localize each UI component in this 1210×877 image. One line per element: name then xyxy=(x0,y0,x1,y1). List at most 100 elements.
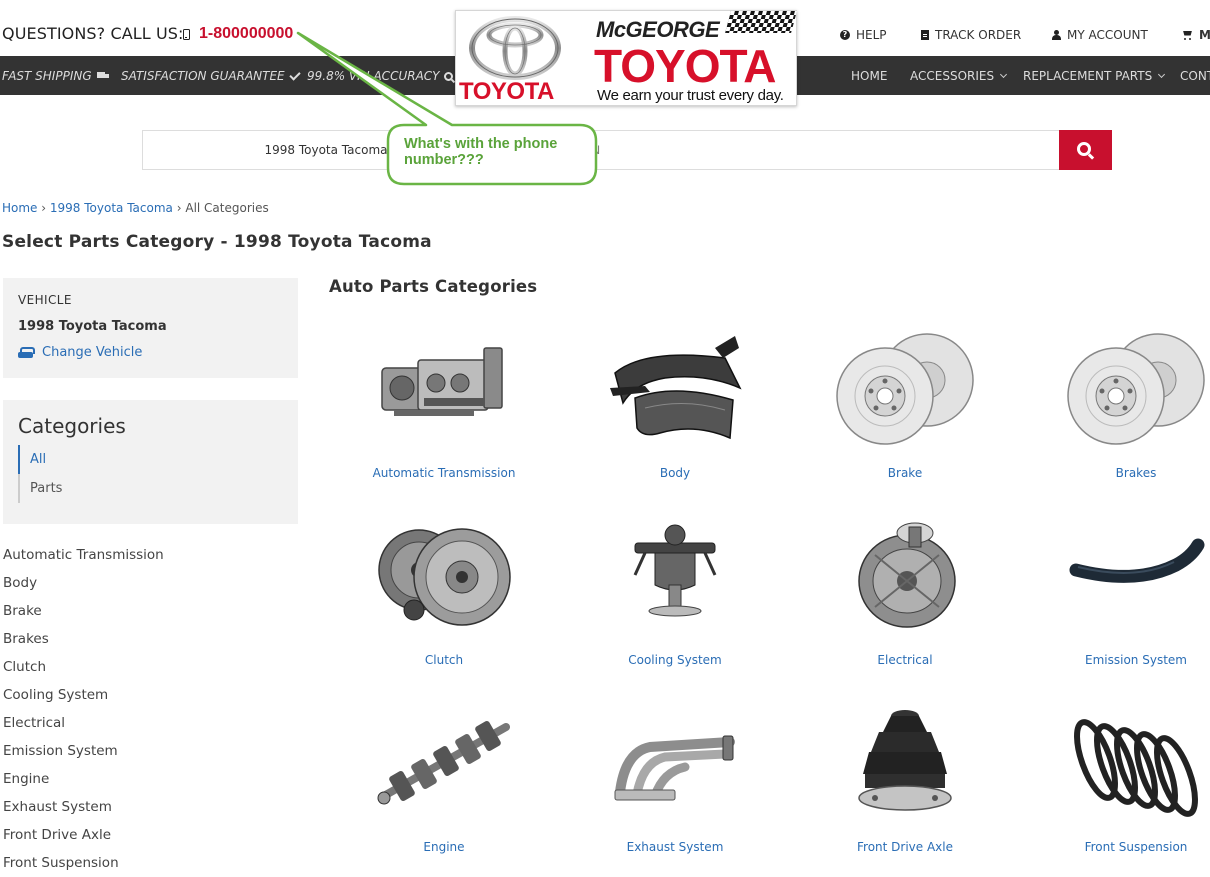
change-vehicle-link[interactable]: Change Vehicle xyxy=(18,345,142,360)
side-category-item[interactable]: Front Suspension xyxy=(3,853,164,877)
check-icon xyxy=(288,68,301,81)
clutch-icon xyxy=(378,528,511,626)
promo-fast-shipping: FAST SHIPPING xyxy=(2,69,109,83)
promo-satisfaction: SATISFACTION GUARANTEE xyxy=(121,68,301,83)
phone-number[interactable]: 1-800000000 xyxy=(199,25,293,43)
category-tile-automatic-transmission[interactable]: Automatic Transmission xyxy=(329,328,559,498)
truck-icon xyxy=(96,72,109,80)
tile-label: Exhaust System xyxy=(626,840,724,854)
checkered-flag-icon xyxy=(725,11,797,33)
car-icon xyxy=(18,346,35,359)
side-category-item[interactable]: Brake xyxy=(3,601,164,629)
nav-home[interactable]: HOME xyxy=(851,69,887,83)
fast-shipping-label: FAST SHIPPING xyxy=(2,69,92,83)
side-category-item[interactable]: Clutch xyxy=(3,657,164,685)
vehicle-label: VEHICLE xyxy=(18,293,72,307)
nav-contact-label: CONT xyxy=(1180,69,1210,83)
category-tile-clutch[interactable]: Clutch xyxy=(329,515,559,685)
category-filter-parts[interactable]: Parts xyxy=(18,474,218,503)
nav-home-label: HOME xyxy=(851,69,888,83)
category-tile-electrical[interactable]: Electrical xyxy=(790,515,1020,685)
side-category-item[interactable]: Brakes xyxy=(3,629,164,657)
categories-title: Categories xyxy=(18,414,126,438)
nav-accessories[interactable]: ACCESSORIES xyxy=(910,69,1008,83)
dealer-logo: TOYOTA McGEORGE TOYOTA We earn your trus… xyxy=(455,10,797,106)
nav-contact[interactable]: CONT xyxy=(1180,69,1210,83)
toyota-big-wordmark: TOYOTA xyxy=(594,40,776,92)
tile-label: Body xyxy=(659,466,691,480)
my-account-link[interactable]: MY ACCOUNT xyxy=(1052,28,1148,42)
user-icon xyxy=(1052,30,1061,40)
side-category-item[interactable]: Electrical xyxy=(3,713,164,741)
search-button[interactable] xyxy=(1059,130,1112,170)
search-icon xyxy=(1077,141,1091,156)
chevron-down-icon xyxy=(394,143,403,153)
side-category-item[interactable]: Automatic Transmission xyxy=(3,545,164,573)
side-category-item[interactable]: Cooling System xyxy=(3,685,164,713)
breadcrumb-home[interactable]: Home xyxy=(2,201,37,215)
category-tile-brake[interactable]: Brake xyxy=(790,328,1020,498)
category-tile-emission-system[interactable]: Emission System xyxy=(1021,515,1210,685)
breadcrumb-separator: › xyxy=(176,201,182,215)
toyota-emblem-icon xyxy=(469,16,561,80)
help-link[interactable]: ? HELP xyxy=(840,28,887,42)
tile-label: Engine xyxy=(423,840,465,854)
category-tile-front-drive-axle[interactable]: Front Drive Axle xyxy=(790,702,1020,872)
chevron-down-icon xyxy=(1158,70,1166,79)
category-filter-all[interactable]: All xyxy=(18,445,218,474)
brake-rotor-icon xyxy=(836,333,974,445)
phone-link[interactable]: 1-800000000 xyxy=(183,25,293,43)
brake-rotor-icon xyxy=(1067,333,1205,445)
category-tile-cooling-system[interactable]: Cooling System xyxy=(560,515,790,685)
grid-heading: Auto Parts Categories xyxy=(329,277,538,296)
track-order-label: TRACK ORDER xyxy=(935,28,1022,42)
exhaust-header-icon xyxy=(614,735,735,801)
side-category-item[interactable]: Exhaust System xyxy=(3,797,164,825)
side-category-item[interactable]: Emission System xyxy=(3,741,164,769)
category-tile-exhaust-system[interactable]: Exhaust System xyxy=(560,702,790,872)
chevron-down-icon xyxy=(1000,70,1008,79)
category-tile-body[interactable]: Body xyxy=(560,328,790,498)
crankshaft-icon xyxy=(377,720,510,805)
parts-search-bar: 1998 Toyota Tacoma xyxy=(142,130,1112,170)
cart-link[interactable]: M xyxy=(1182,28,1210,42)
dealer-tagline: We earn your trust every day. xyxy=(597,87,784,104)
track-order-link[interactable]: TRACK ORDER xyxy=(921,28,1021,42)
help-label: HELP xyxy=(856,28,887,42)
toyota-wordmark: TOYOTA xyxy=(459,78,554,105)
breadcrumb: Home › 1998 Toyota Tacoma › All Categori… xyxy=(2,201,269,215)
tile-label: Brake xyxy=(887,466,923,480)
breadcrumb-vehicle[interactable]: 1998 Toyota Tacoma xyxy=(50,201,173,215)
category-tile-brakes[interactable]: Brakes xyxy=(1021,328,1210,498)
nav-replacement-parts-label: REPLACEMENT PARTS xyxy=(1023,69,1153,83)
category-side-list: Automatic Transmission Body Brake Brakes… xyxy=(3,545,164,877)
vin-accuracy-label: 99.8% VIN ACCURACY xyxy=(307,69,440,83)
tile-label: Automatic Transmission xyxy=(372,466,516,480)
side-category-item[interactable]: Engine xyxy=(3,769,164,797)
category-tile-front-suspension[interactable]: Front Suspension xyxy=(1021,702,1210,872)
tile-label: Cooling System xyxy=(628,653,722,667)
callout-text: What's with the phone number??? xyxy=(404,136,558,168)
document-icon xyxy=(921,30,929,40)
categories-box: Categories All Parts xyxy=(3,400,298,524)
side-category-item[interactable]: Body xyxy=(3,573,164,601)
cv-boot-icon xyxy=(858,710,952,811)
cart-label: M xyxy=(1199,28,1210,42)
tile-label: Emission System xyxy=(1085,653,1187,667)
tile-label: Electrical xyxy=(877,653,933,667)
thermostat-icon xyxy=(633,524,717,617)
nav-replacement-parts[interactable]: REPLACEMENT PARTS xyxy=(1023,69,1166,83)
hose-icon xyxy=(1069,538,1205,583)
vehicle-name: 1998 Toyota Tacoma xyxy=(18,319,167,334)
transmission-icon xyxy=(381,347,503,416)
side-category-item[interactable]: Front Drive Axle xyxy=(3,825,164,853)
promo-vin-accuracy: 99.8% VIN ACCURACY xyxy=(307,69,454,83)
nav-accessories-label: ACCESSORIES xyxy=(910,69,995,83)
search-input[interactable] xyxy=(588,131,1058,169)
vehicle-select-value: 1998 Toyota Tacoma xyxy=(264,143,388,157)
tile-label: Brakes xyxy=(1115,466,1157,480)
mobile-phone-icon xyxy=(183,28,190,40)
alternator-icon xyxy=(858,522,956,628)
category-tile-engine[interactable]: Engine xyxy=(329,702,559,872)
satisfaction-label: SATISFACTION GUARANTEE xyxy=(121,69,285,83)
